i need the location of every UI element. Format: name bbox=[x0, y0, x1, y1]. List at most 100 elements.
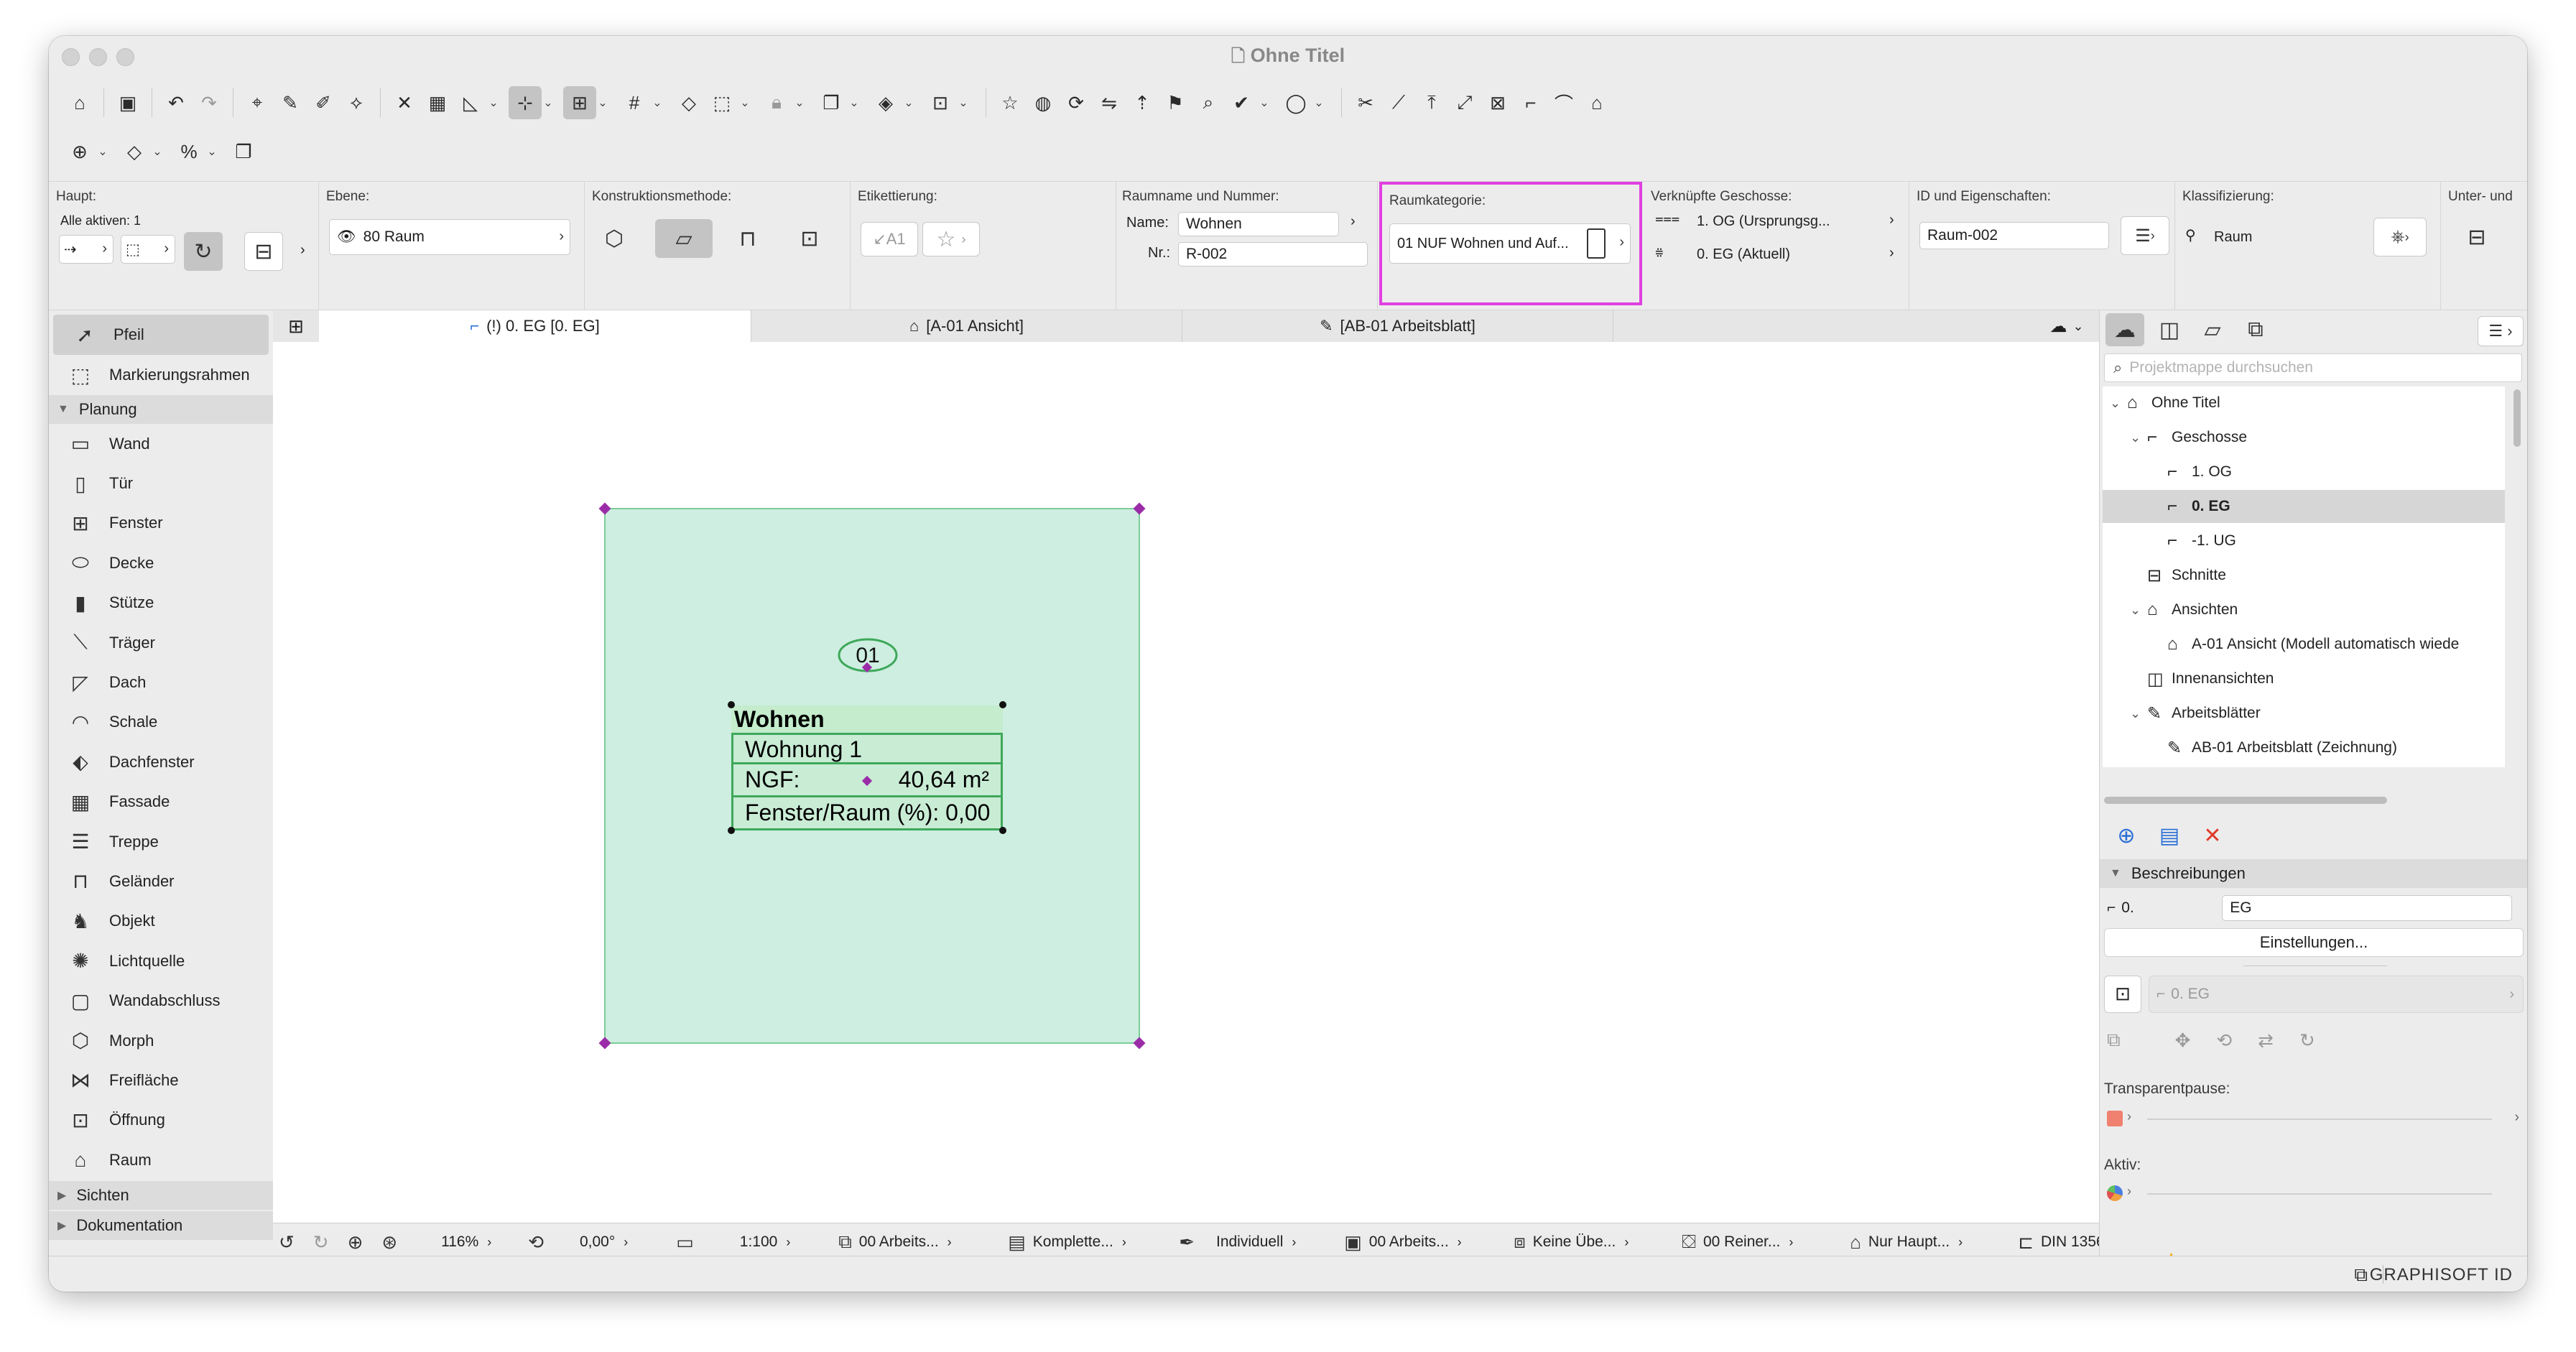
curve-icon[interactable]: ⌒ bbox=[1547, 86, 1580, 119]
tree-item[interactable]: ⌂ A-01 Ansicht (Modell automatisch wiede bbox=[2103, 628, 2505, 661]
tree-horizontal-scrollbar[interactable] bbox=[2104, 795, 2524, 806]
suspend-groups-icon[interactable]: ⊕ bbox=[63, 135, 96, 168]
chevron-down-icon[interactable]: ⌄ bbox=[487, 96, 500, 110]
construction-rect-button[interactable]: ▱ bbox=[655, 219, 713, 258]
redo-icon[interactable]: ↷ bbox=[193, 86, 226, 119]
label-toggle-button[interactable]: ↙ A1 bbox=[861, 222, 918, 256]
delete-view-button[interactable]: ✕ bbox=[2193, 816, 2232, 855]
marquee-filter-button[interactable]: ⬚ › bbox=[121, 235, 175, 264]
chevron-down-icon[interactable]: ⌄ bbox=[651, 96, 664, 110]
construction-polygon-button[interactable]: ⬡ bbox=[595, 219, 634, 258]
magic-wand-icon[interactable]: ⟡ bbox=[340, 86, 373, 119]
reset-reference-icon[interactable]: ↻ bbox=[2299, 1029, 2315, 1052]
tree-item[interactable]: ⌐ -1. UG bbox=[2103, 524, 2505, 557]
adjust-icon[interactable]: ⟋ bbox=[1382, 86, 1415, 119]
disclosure-chevron-icon[interactable]: ⌄ bbox=[2130, 706, 2147, 721]
active-slider[interactable] bbox=[2147, 1193, 2492, 1195]
chevron-right-icon[interactable]: › bbox=[300, 242, 305, 259]
chevron-down-icon[interactable]: ⌄ bbox=[151, 144, 164, 159]
selection-filter-button[interactable]: ⇢ › bbox=[59, 235, 113, 264]
color-wheel-icon[interactable] bbox=[2107, 1185, 2123, 1201]
chevron-down-icon[interactable]: ⌄ bbox=[957, 96, 970, 110]
label-favorites-button[interactable]: ☆ › bbox=[922, 222, 980, 256]
stamp-corner-hotspot[interactable] bbox=[728, 827, 735, 834]
tree-item[interactable]: ⌄ ⌂ Ansichten bbox=[2103, 593, 2505, 626]
lower-story-value[interactable]: 0. EG (Aktuell) bbox=[1697, 246, 1790, 263]
beschreibungen-header[interactable]: ▼ Beschreibungen bbox=[2100, 859, 2527, 888]
upper-story-value[interactable]: 1. OG (Ursprungsg... bbox=[1697, 213, 1830, 230]
chevron-down-icon[interactable]: ⌄ bbox=[542, 96, 555, 110]
tool-tür[interactable]: ▯ Tür bbox=[49, 463, 273, 503]
disclosure-chevron-icon[interactable]: ⌄ bbox=[2130, 430, 2147, 445]
group-icon[interactable]: ❐ bbox=[815, 86, 848, 119]
editing-plane-icon[interactable]: ◇ bbox=[672, 86, 705, 119]
tool-wand[interactable]: ▭ Wand bbox=[49, 424, 273, 463]
rotate-icon[interactable]: ⟳ bbox=[1060, 86, 1093, 119]
resize-icon[interactable]: ⤢ bbox=[1448, 86, 1481, 119]
rotate-reference-icon[interactable]: ⟲ bbox=[2216, 1029, 2232, 1052]
section-dokumentation[interactable]: ▶ Dokumentation bbox=[49, 1211, 273, 1241]
stamp-corner-hotspot[interactable] bbox=[999, 701, 1006, 708]
tree-item[interactable]: ⌐ 1. OG bbox=[2103, 455, 2505, 489]
stamp-corner-hotspot[interactable] bbox=[728, 701, 735, 708]
stretch-icon[interactable]: ⊠ bbox=[1481, 86, 1514, 119]
tool-decke[interactable]: ⬭ Decke bbox=[49, 543, 273, 583]
copy-icon[interactable]: ❐ bbox=[227, 135, 260, 168]
chevron-down-icon[interactable]: ⌄ bbox=[902, 96, 915, 110]
tool-treppe[interactable]: ☰ Treppe bbox=[49, 822, 273, 861]
screens-icon[interactable]: ⧉ bbox=[2354, 1264, 2368, 1287]
find-select-icon[interactable]: ⌖ bbox=[241, 86, 274, 119]
einstellungen-button[interactable]: Einstellungen... bbox=[2104, 928, 2524, 957]
zone-stamp[interactable]: Wohnen Wohnung 1 NGF: 40,64 m² Fenster/R… bbox=[728, 701, 1006, 834]
trace-color-swatch[interactable] bbox=[2107, 1111, 2123, 1126]
id-input[interactable]: Raum-002 bbox=[1919, 222, 2109, 249]
circle-icon[interactable]: ◯ bbox=[1279, 86, 1312, 119]
zone-category-select[interactable]: 01 NUF Wohnen und Auf... › bbox=[1389, 223, 1631, 264]
tool-objekt[interactable]: ♞ Objekt bbox=[49, 902, 273, 941]
tree-item[interactable]: ⊟ Schnitte bbox=[2103, 559, 2505, 592]
intersect-icon[interactable]: ✕ bbox=[388, 86, 421, 119]
top-bottom-link-button[interactable]: ⊟ bbox=[2448, 218, 2506, 256]
property-value-input[interactable]: EG bbox=[2222, 895, 2513, 921]
calculator-icon[interactable]: ▦ bbox=[421, 86, 454, 119]
tree-item[interactable]: ⌐ 0. EG bbox=[2103, 490, 2505, 523]
zone-name-input[interactable]: Wohnen bbox=[1178, 212, 1339, 236]
add-view-button[interactable]: ⊕ bbox=[2107, 816, 2146, 855]
classification-button[interactable]: ⎈ › bbox=[2373, 218, 2427, 256]
publisher-sets-button[interactable]: ⧉ bbox=[2236, 313, 2275, 346]
undo-icon[interactable]: ↶ bbox=[159, 86, 193, 119]
display-order-icon[interactable]: ◈ bbox=[869, 86, 902, 119]
tool-lichtquelle[interactable]: ✺ Lichtquelle bbox=[49, 941, 273, 981]
tab-worksheet[interactable]: ✎ [AB-01 Arbeitsblatt] bbox=[1182, 310, 1613, 342]
tool-dach[interactable]: ◸ Dach bbox=[49, 662, 273, 702]
favorites-icon[interactable]: ☆ bbox=[993, 86, 1027, 119]
check-icon[interactable]: ✔ bbox=[1225, 86, 1258, 119]
disclosure-chevron-icon[interactable]: ⌄ bbox=[2110, 396, 2127, 411]
grid-icon[interactable]: # bbox=[618, 86, 651, 119]
navigator-search[interactable]: ⌕ Projektmappe durchsuchen bbox=[2104, 353, 2522, 382]
view-map-button[interactable]: ◫ bbox=[2150, 313, 2189, 346]
inject-icon[interactable]: ✐ bbox=[307, 86, 340, 119]
transparency-slider[interactable] bbox=[2147, 1119, 2492, 1120]
tree-item[interactable]: ⌄ ⌂ Ohne Titel bbox=[2103, 386, 2505, 420]
layout-book-button[interactable]: ▱ bbox=[2193, 313, 2232, 346]
graphisoft-id-link[interactable]: GRAPHISOFT ID bbox=[2370, 1265, 2513, 1285]
classification-value[interactable]: Raum bbox=[2214, 229, 2252, 246]
tool-fassade[interactable]: ▦ Fassade bbox=[49, 782, 273, 822]
section-planung[interactable]: ▼ Planung bbox=[49, 395, 273, 424]
ruler-icon[interactable]: ◺ bbox=[454, 86, 487, 119]
tool-geländer[interactable]: ⊓ Geländer bbox=[49, 861, 273, 901]
tool-schale[interactable]: ◠ Schale bbox=[49, 703, 273, 742]
tool-freifläche[interactable]: ⋈ Freifläche bbox=[49, 1060, 273, 1100]
chevron-down-icon[interactable]: ⌄ bbox=[793, 96, 806, 110]
chevron-right-icon[interactable]: › bbox=[1350, 213, 1356, 230]
layout-icon[interactable]: ⊡ bbox=[924, 86, 957, 119]
chevron-right-icon[interactable]: › bbox=[1889, 245, 1894, 261]
snap-guides-icon[interactable]: ⊞ bbox=[563, 86, 596, 119]
navigator-menu-button[interactable]: ☰ › bbox=[2478, 316, 2524, 346]
chevron-down-icon[interactable]: ⌄ bbox=[1312, 96, 1325, 110]
percent-icon[interactable]: % bbox=[172, 135, 205, 168]
tree-item[interactable]: ⌄ ⌐ Geschosse bbox=[2103, 421, 2505, 454]
fillet-icon[interactable]: ⌐ bbox=[1514, 86, 1547, 119]
tree-item[interactable]: ⌄ ✎ Arbeitsblätter bbox=[2103, 697, 2505, 730]
